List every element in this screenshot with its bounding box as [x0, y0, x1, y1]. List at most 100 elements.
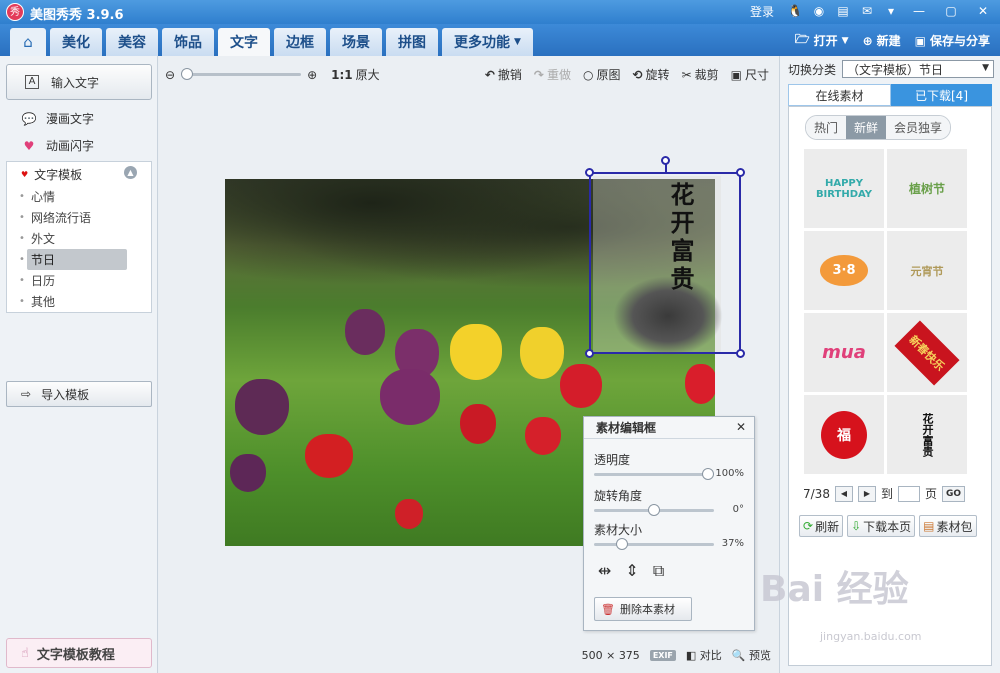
material-thumb[interactable]: 元宵节: [887, 231, 967, 310]
material-thumb[interactable]: 新春快乐: [887, 313, 967, 392]
new-button[interactable]: ⊕ 新建: [863, 30, 901, 51]
flip-vertical-icon[interactable]: ⇕: [625, 561, 638, 581]
template-item-other[interactable]: 其他: [19, 291, 127, 312]
tab-text[interactable]: 文字: [218, 28, 270, 56]
rotation-slider[interactable]: [594, 504, 714, 516]
dropdown-icon[interactable]: ▾: [882, 2, 900, 20]
resize-button[interactable]: ▣ 尺寸: [731, 66, 769, 83]
tab-downloaded[interactable]: 已下载[4]: [891, 84, 992, 106]
undo-button[interactable]: ↶ 撤销: [485, 66, 522, 83]
category-select[interactable]: （文字模板）节日 ▼: [842, 60, 995, 78]
exif-button[interactable]: EXIF: [649, 649, 676, 661]
original-size-label: 原大: [355, 68, 380, 82]
save-share-button[interactable]: ▣ 保存与分享: [915, 30, 990, 51]
template-item-foreign[interactable]: 外文: [19, 228, 127, 249]
close-icon[interactable]: ✕: [970, 2, 996, 20]
filter-hot[interactable]: 热门: [806, 116, 847, 139]
size-slider-thumb[interactable]: [615, 538, 628, 550]
menu-icon[interactable]: ▤: [834, 2, 852, 20]
material-thumb[interactable]: 植树节: [887, 149, 967, 228]
tab-beautify[interactable]: 美化: [50, 28, 102, 56]
flip-horizontal-icon[interactable]: ⇹: [598, 561, 611, 581]
maximize-icon[interactable]: ▢: [938, 2, 964, 20]
qq-icon[interactable]: 🐧: [786, 2, 804, 20]
material-pack-button[interactable]: ▤ 素材包: [919, 515, 977, 537]
material-thumb[interactable]: 花开富贵: [887, 395, 967, 474]
open-button[interactable]: 🗁 打开 ▼: [795, 30, 849, 51]
tab-border[interactable]: 边框: [274, 28, 326, 56]
transform-icons: ⇹ ⇕ ⧉: [598, 561, 664, 581]
chevron-down-icon: ▼: [514, 37, 521, 47]
page-indicator: 7/38: [803, 486, 830, 501]
zoom-slider[interactable]: [181, 68, 302, 80]
prev-page-icon[interactable]: ◀: [834, 485, 853, 502]
material-tabs: 在线素材 已下载[4]: [788, 84, 992, 106]
material-thumb[interactable]: 福: [804, 395, 884, 474]
filter-new[interactable]: 新鲜: [846, 116, 887, 139]
resize-handle-br[interactable]: [736, 349, 745, 358]
heart-icon: ♥: [23, 138, 35, 153]
tab-scene[interactable]: 场景: [330, 28, 382, 56]
comic-text-item[interactable]: 💬 漫画文字: [20, 110, 95, 127]
close-icon[interactable]: ✕: [734, 420, 748, 434]
tutorial-button[interactable]: ☝ 文字模板教程: [6, 638, 152, 668]
original-button[interactable]: ○ 原图: [583, 66, 621, 83]
tab-more[interactable]: 更多功能 ▼: [442, 28, 533, 56]
import-template-button[interactable]: ⇨ 导入模板: [6, 381, 152, 407]
redo-button[interactable]: ↷ 重做: [534, 66, 571, 83]
page-number-input[interactable]: [897, 485, 920, 502]
template-item-holiday[interactable]: 节日: [19, 249, 127, 270]
new-label: 新建: [876, 34, 901, 48]
preview-button[interactable]: 🔍 预览: [732, 647, 771, 663]
tab-beauty[interactable]: 美容: [106, 28, 158, 56]
refresh-label: 刷新: [815, 519, 840, 534]
message-icon[interactable]: ✉: [858, 2, 876, 20]
copy-icon[interactable]: ⧉: [653, 561, 664, 581]
resize-handle-tr[interactable]: [736, 168, 745, 177]
sticker-selection[interactable]: 花开富贵: [585, 156, 745, 358]
tab-online-materials[interactable]: 在线素材: [788, 84, 891, 106]
crop-button[interactable]: ✂ 裁剪: [682, 66, 719, 83]
collapse-icon[interactable]: ▲: [124, 166, 137, 179]
opacity-slider-thumb[interactable]: [702, 468, 714, 480]
weibo-icon[interactable]: ◉: [810, 2, 828, 20]
rotation-slider-thumb[interactable]: [648, 504, 660, 516]
zoom-out-icon[interactable]: ⊖: [165, 68, 175, 82]
filter-member[interactable]: 会员独享: [886, 116, 951, 139]
material-thumb[interactable]: mua: [804, 313, 884, 392]
template-item-mood[interactable]: 心情: [19, 186, 127, 207]
minimize-icon[interactable]: —: [906, 2, 932, 20]
canvas-area: ⊖ ⊕ 1:1 原大 ↶ 撤销 ↷ 重做 ○ 原图 ⟲ 旋转 ✂ 裁剪 ▣ 尺寸…: [159, 56, 779, 673]
animated-text-item[interactable]: ♥ 动画闪字: [20, 137, 94, 154]
next-page-icon[interactable]: ▶: [857, 485, 876, 502]
original-size-button[interactable]: 1:1 原大: [331, 66, 380, 83]
size-value: 37%: [721, 538, 744, 549]
template-item-slang[interactable]: 网络流行语: [19, 207, 127, 228]
size-slider[interactable]: [594, 538, 714, 550]
rotate-button[interactable]: ⟲ 旋转: [632, 66, 669, 83]
material-thumb[interactable]: 3·8: [804, 231, 884, 310]
refresh-button[interactable]: ⟳ 刷新: [799, 515, 844, 537]
rotate-handle[interactable]: [661, 156, 670, 165]
tab-collage[interactable]: 拼图: [386, 28, 438, 56]
tab-accessories[interactable]: 饰品: [162, 28, 214, 56]
download-page-button[interactable]: ⇩ 下载本页: [847, 515, 916, 537]
edit-toolbar: ↶ 撤销 ↷ 重做 ○ 原图 ⟲ 旋转 ✂ 裁剪 ▣ 尺寸: [485, 66, 769, 83]
category-switch: 切换分类 （文字模板）节日 ▼: [788, 60, 995, 78]
zoom-slider-thumb[interactable]: [181, 68, 194, 80]
material-thumb[interactable]: HAPPY BIRTHDAY: [804, 149, 884, 228]
compare-button[interactable]: ◧ 对比: [686, 647, 722, 663]
opacity-slider[interactable]: [594, 468, 714, 480]
resize-label: 尺寸: [744, 68, 769, 82]
home-icon[interactable]: ⌂: [10, 28, 46, 56]
template-item-calendar[interactable]: 日历: [19, 270, 127, 291]
login-link[interactable]: 登录: [750, 3, 774, 20]
go-button[interactable]: GO: [941, 485, 966, 502]
input-text-button[interactable]: A 输入文字: [6, 64, 152, 100]
preview-label: 预览: [749, 649, 771, 662]
template-header[interactable]: ♥ 文字模板: [21, 166, 82, 183]
zoom-in-icon[interactable]: ⊕: [307, 68, 317, 82]
save-share-label: 保存与分享: [929, 34, 990, 48]
delete-material-button[interactable]: 🗑 删除本素材: [594, 597, 692, 621]
left-panel: A 输入文字 💬 漫画文字 ♥ 动画闪字 ♥ 文字模板 ▲ 心情 网络流行语 外…: [0, 56, 158, 673]
